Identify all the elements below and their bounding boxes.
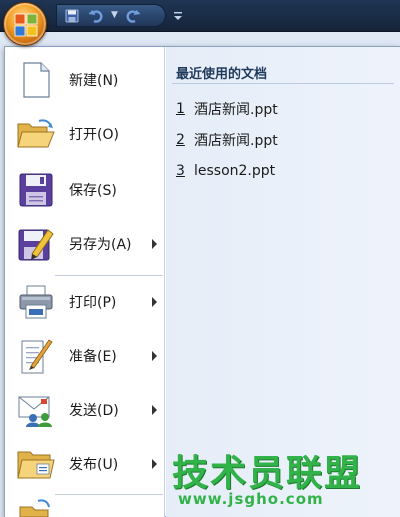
recent-document-name: 酒店新闻.ppt [194,102,278,118]
menu-item-open[interactable]: 打开(O) [9,109,163,159]
office-orb-icon [14,13,38,37]
menu-item-send[interactable]: 发送(D) [9,385,163,435]
undo-icon [88,9,103,23]
qat-save-button[interactable] [63,7,81,25]
send-icon [18,396,52,427]
menu-item-prepare[interactable]: 准备(E) [9,331,163,381]
open-folder-icon [17,119,55,148]
menu-item-save[interactable]: 保存(S) [9,165,163,215]
menu-item-label: 新建(N) [69,73,119,89]
title-bar: ▼ [0,0,400,32]
menu-item-label: 发布(U) [69,457,119,473]
recent-document-item[interactable]: 1 酒店新闻.ppt [176,97,391,121]
menu-item-label: 另存为(A) [69,237,132,253]
menu-item-publish[interactable]: 发布(U) [9,439,163,489]
publish-icon [17,451,55,479]
recent-document-number: 1 [176,101,185,117]
menu-separator [55,494,163,495]
printer-icon [19,285,53,319]
recent-document-name: lesson2.ppt [194,163,276,179]
recent-documents-title: 最近使用的文档 [176,67,268,82]
submenu-arrow-icon [152,297,157,307]
submenu-arrow-icon [152,239,157,249]
save-as-icon [18,229,54,261]
menu-item-print[interactable]: 打印(P) [9,277,163,327]
menu-item-new[interactable]: 新建(N) [9,55,163,105]
recent-document-number: 2 [176,132,185,148]
menu-item-label: 打开(O) [69,127,119,143]
menu-separator [55,275,163,276]
recent-document-item[interactable]: 3 lesson2.ppt [176,159,391,183]
customize-toolbar-button[interactable] [172,8,184,24]
menu-item-label: 打印(P) [69,295,117,311]
submenu-arrow-icon [152,459,157,469]
menu-item-label: 保存(S) [69,183,117,199]
qat-redo-button[interactable] [124,7,142,25]
save-icon [65,9,79,22]
save-icon [19,173,53,207]
menu-item-label: 发送(D) [69,403,119,419]
submenu-arrow-icon [152,405,157,415]
redo-icon [126,9,141,23]
submenu-arrow-icon [152,351,157,361]
watermark-url: www.jsgho.com [178,490,324,508]
recent-document-item[interactable]: 2 酒店新闻.ppt [176,128,391,152]
menu-commands: 新建(N) 打开(O) 保存(S) 另存为(A) 打印(P) 准备(E) 发送(… [5,47,165,517]
new-document-icon [23,62,50,98]
recent-document-name: 酒店新闻.ppt [194,133,278,149]
recent-document-number: 3 [176,163,185,179]
watermark-title: 技术员联盟 [172,453,363,494]
office-button[interactable] [3,2,47,46]
quick-access-toolbar: ▼ [56,4,166,27]
menu-item-save-as[interactable]: 另存为(A) [9,219,163,269]
close-folder-icon [19,499,50,517]
customize-chevron-icon [174,12,182,20]
recent-documents-divider [172,83,394,84]
undo-dropdown-chevron-icon[interactable]: ▼ [111,11,118,20]
prepare-icon [21,339,53,374]
menu-item-label: 准备(E) [69,349,117,365]
qat-undo-button[interactable] [87,7,105,25]
menu-item-partial[interactable] [9,497,163,517]
